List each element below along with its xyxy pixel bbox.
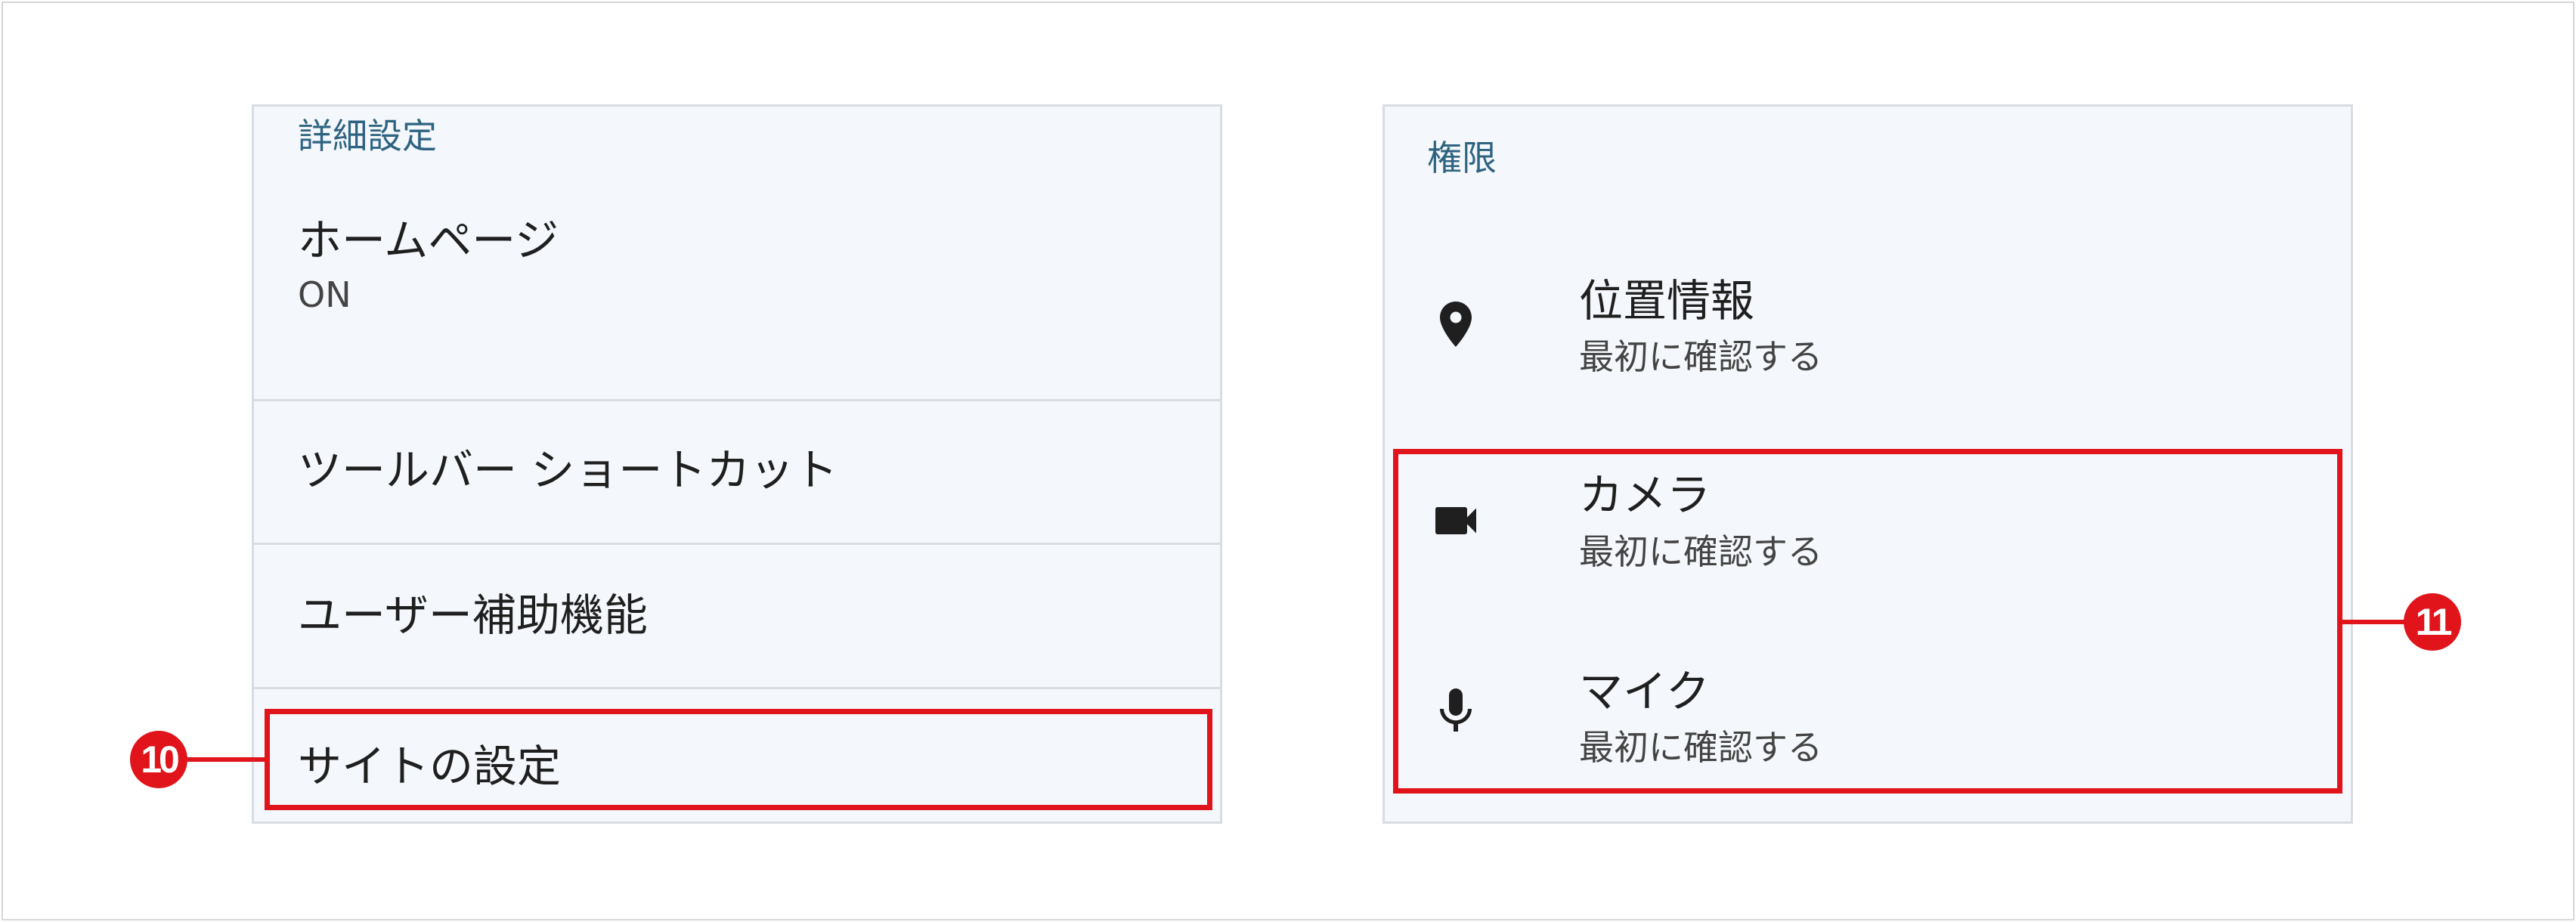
callout-10-badge: 10 (130, 731, 187, 788)
callout-11-badge: 11 (2404, 593, 2461, 651)
highlight-site-settings (265, 709, 1212, 810)
highlight-camera-microphone (1393, 449, 2342, 794)
accessibility-setting-item[interactable]: ユーザー補助機能 (254, 545, 1220, 688)
homepage-title: ホームページ (298, 215, 559, 266)
homepage-setting-item[interactable]: ホームページ ON (254, 175, 1220, 315)
section-title-advanced: 詳細設定 (298, 116, 437, 156)
toolbar-shortcut-setting-item[interactable]: ツールバー ショートカット (254, 401, 1220, 543)
location-subtitle: 最初に確認する (1579, 336, 1822, 377)
callout-10-leader (183, 757, 265, 762)
location-pin-icon (1429, 297, 1483, 351)
homepage-status: ON (298, 274, 351, 315)
location-title: 位置情報 (1579, 275, 1755, 326)
section-title-permissions: 権限 (1427, 138, 1497, 178)
accessibility-title: ユーザー補助機能 (298, 589, 648, 641)
toolbar-shortcut-title: ツールバー ショートカット (298, 444, 838, 496)
callout-11-leader (2342, 620, 2412, 624)
location-permission-item[interactable]: 位置情報 最初に確認する (1385, 243, 2351, 432)
